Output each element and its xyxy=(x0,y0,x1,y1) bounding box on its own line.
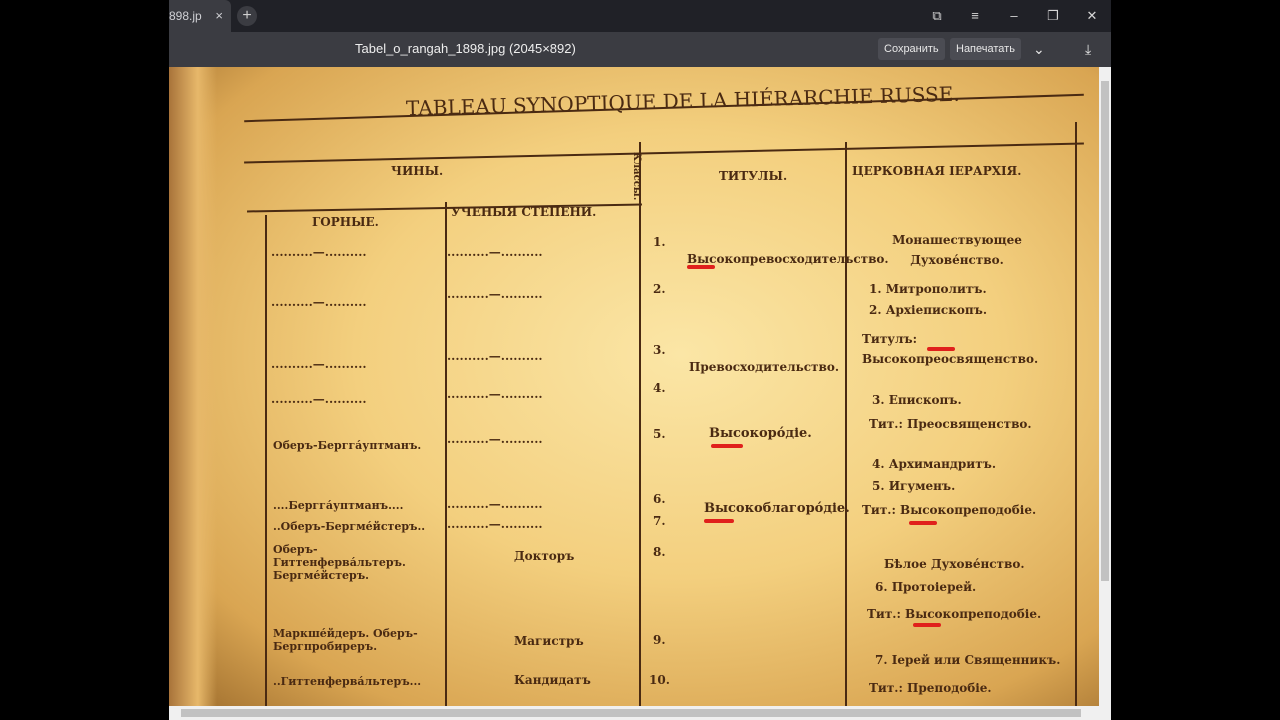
minimize-button[interactable]: – xyxy=(998,0,1030,32)
empty-cell: ..........—.......... xyxy=(447,432,543,446)
print-button[interactable]: Напечатать xyxy=(950,38,1021,60)
church-cell: 5. Игуменъ. xyxy=(872,479,956,493)
title-cell: Высокоро́діе. xyxy=(709,426,812,441)
class-number: 7. xyxy=(653,514,666,528)
church-cell: Тит.: Высокопреподобіе. xyxy=(867,607,1042,621)
rank-cell: Оберъ-Гиттенферва́льтеръ. Бергме́йстеръ. xyxy=(273,543,406,582)
tab-bar: 898.jp × + ⧉ ≡ – ❐ ✕ xyxy=(169,0,1111,32)
church-cell: Бѣлое Духове́нство. xyxy=(884,557,1025,571)
restore-button[interactable]: ❐ xyxy=(1037,0,1069,32)
empty-cell: ..........—.......... xyxy=(447,245,543,259)
table-title: TABLEAU SYNOPTIQUE DE LA HIÉRARCHIE RUSS… xyxy=(405,81,960,121)
divider xyxy=(1075,122,1077,706)
menu-icon[interactable]: ≡ xyxy=(959,0,991,32)
church-cell: 7. Іерей или Священникъ. xyxy=(875,653,1061,667)
collections-icon[interactable]: ⧉ xyxy=(921,0,953,32)
save-button[interactable]: Сохранить xyxy=(878,38,945,60)
divider xyxy=(845,142,847,706)
church-cell: 6. Протоіерей. xyxy=(875,580,977,594)
empty-cell: ..........—.......... xyxy=(271,295,367,309)
rank-cell: Оберъ-Бергга́уптманъ. xyxy=(273,439,422,452)
document-photo: TABLEAU SYNOPTIQUE DE LA HIÉRARCHIE RUSS… xyxy=(169,67,1099,706)
horizontal-scrollbar[interactable] xyxy=(169,706,1111,720)
class-number: 2. xyxy=(653,282,666,296)
rank-cell: ..Оберъ-Бергме́йстеръ.. xyxy=(273,520,426,533)
image-viewer-window: 898.jp × + ⧉ ≡ – ❐ ✕ Tabel_o_rangah_1898.… xyxy=(169,0,1111,720)
church-cell: Тит.: Высокопреподобіе. xyxy=(862,503,1037,517)
church-cell: Тит.: Преосвященство. xyxy=(869,417,1032,431)
new-tab-button[interactable]: + xyxy=(237,6,257,26)
rank-cell: ..Гиттенферва́льтеръ... xyxy=(273,675,422,688)
empty-cell: ..........—.......... xyxy=(447,497,543,511)
empty-cell: ..........—.......... xyxy=(447,349,543,363)
file-title: Tabel_o_rangah_1898.jpg (2045×892) xyxy=(355,41,576,56)
tab-image[interactable]: 898.jp × xyxy=(169,0,231,32)
red-mark xyxy=(913,623,941,627)
degree-cell: Кандидатъ xyxy=(514,673,591,687)
church-cell: 4. Архимандритъ. xyxy=(872,457,997,471)
rank-cell: Маркше́йдеръ. Оберъ-Бергпробиреръ. xyxy=(273,627,418,653)
church-cell: Тит.: Преподобіе. xyxy=(869,681,992,695)
empty-cell: ..........—.......... xyxy=(447,387,543,401)
empty-cell: ..........—.......... xyxy=(447,517,543,531)
church-cell: Монашествующее Духове́нство. xyxy=(892,233,1022,267)
class-number: 6. xyxy=(653,492,666,506)
rank-cell: ....Бергга́уптманъ.... xyxy=(273,499,404,512)
red-mark xyxy=(704,519,734,523)
tab-close-icon[interactable]: × xyxy=(215,0,223,32)
close-window-button[interactable]: ✕ xyxy=(1076,0,1108,32)
chevron-down-icon[interactable]: ⌄ xyxy=(1027,38,1051,60)
vertical-scrollbar[interactable] xyxy=(1099,67,1111,706)
church-cell: 1. Митрополитъ. xyxy=(869,282,987,296)
class-number: 8. xyxy=(653,545,666,559)
empty-cell: ..........—.......... xyxy=(271,392,367,406)
church-cell: 3. Епископъ. xyxy=(872,393,962,407)
header-church: ЦЕРКОВНАЯ ІЕРАРХІЯ. xyxy=(852,164,1022,178)
header-tituly: ТИТУЛЫ. xyxy=(719,169,788,183)
class-number: 3. xyxy=(653,343,666,357)
class-number: 4. xyxy=(653,381,666,395)
class-number: 5. xyxy=(653,427,666,441)
tab-title: 898.jp xyxy=(169,9,202,23)
divider xyxy=(445,202,447,706)
header-gornye: ГОРНЫЕ. xyxy=(312,215,379,229)
divider xyxy=(244,142,1084,164)
divider xyxy=(639,142,641,706)
title-cell: Высокоблагоро́діе. xyxy=(704,501,850,516)
header-uchenye: УЧЕНЫЯ СТЕПЕНИ. xyxy=(451,205,597,219)
book-spine xyxy=(169,67,217,706)
red-mark xyxy=(909,521,937,525)
empty-cell: ..........—.......... xyxy=(271,245,367,259)
class-number: 9. xyxy=(653,633,666,647)
church-cell: Титулъ: Высокопреосвященство. xyxy=(862,332,1039,366)
header-chiny: ЧИНЫ. xyxy=(391,164,444,178)
degree-cell: Магистръ xyxy=(514,634,584,648)
divider xyxy=(265,215,267,706)
degree-cell: Докторъ xyxy=(514,549,575,563)
title-cell: Превосходительство. xyxy=(689,360,839,374)
empty-cell: ..........—.......... xyxy=(271,357,367,371)
scrollbar-thumb[interactable] xyxy=(181,709,1081,717)
empty-cell: ..........—.......... xyxy=(447,287,543,301)
class-number: 1. xyxy=(653,235,666,249)
red-mark xyxy=(711,444,743,448)
red-mark xyxy=(927,347,955,351)
class-number: 10. xyxy=(649,673,670,687)
viewer-toolbar: Tabel_o_rangah_1898.jpg (2045×892) Сохра… xyxy=(169,32,1111,67)
red-mark xyxy=(687,265,715,269)
scrollbar-thumb[interactable] xyxy=(1101,81,1109,581)
church-cell: 2. Архіепископъ. xyxy=(869,303,988,317)
download-icon[interactable]: ⤓ xyxy=(1079,38,1097,60)
